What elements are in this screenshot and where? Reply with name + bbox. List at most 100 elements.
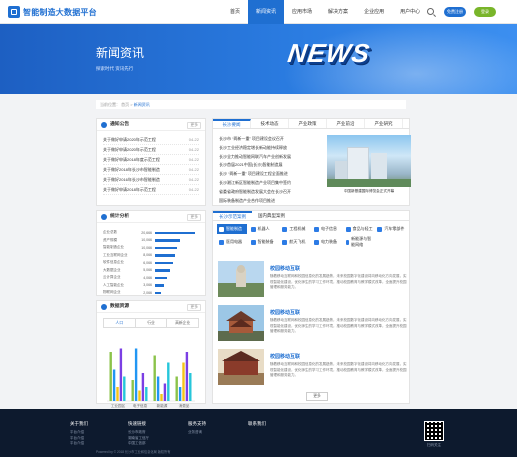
x-tick-label: 消费品 xyxy=(179,403,190,408)
tab-hightech[interactable]: 高新企业 xyxy=(167,319,198,327)
news-item[interactable]: 长沙工业经济稳定增长新动能持续释放 xyxy=(219,144,337,153)
stat-bar xyxy=(155,254,175,257)
category-item[interactable]: 工程机械 xyxy=(280,224,310,234)
stat-value: 4,066 xyxy=(143,275,152,280)
bar xyxy=(163,383,167,401)
stat-value: 20,666 xyxy=(141,230,152,235)
bar xyxy=(134,348,138,401)
footer-support: 服务支持 业务咨询 xyxy=(188,421,206,436)
list-item[interactable]: 关于做好申请2018年示范工程 04-22 xyxy=(103,185,199,195)
resources-more-button[interactable]: 更多 xyxy=(187,304,201,311)
banner-title: 新闻资讯 xyxy=(96,46,145,60)
nav-news[interactable]: 新闻资讯 xyxy=(248,0,285,24)
stats-more-button[interactable]: 更多 xyxy=(187,214,201,221)
stat-bar xyxy=(155,239,180,242)
case-item[interactable]: 校园移动互联 随着移动互联网和校园信息化的发展趋势，未来校园数字化建设将向移动化… xyxy=(218,349,408,385)
notice-card: 通知公告 更多 关于做好申请2020年示范工程 04-22 关于做好申请2020年… xyxy=(96,118,206,206)
case-title: 校园移动互联 xyxy=(270,354,301,360)
nav-solutions[interactable]: 解决方案 xyxy=(320,0,356,24)
tab-frontier[interactable]: 产业前沿 xyxy=(327,119,365,128)
category-item[interactable]: 汽车零部件 xyxy=(375,224,405,234)
news-item[interactable]: 长沙市 “两新一重” 项目建设会议召开 xyxy=(219,135,337,144)
footer-link[interactable]: 业务咨询 xyxy=(188,430,206,436)
list-item[interactable]: 关于做好申请2020年示范工程 04-22 xyxy=(103,135,199,145)
news-item[interactable]: 长沙湘江新区智能制造产业项目集中签约 xyxy=(219,179,337,188)
list-item[interactable]: 关于做好申请2020年示范工程 04-22 xyxy=(103,145,199,155)
category-item[interactable]: 电力装备 xyxy=(312,237,342,247)
tab-policy[interactable]: 产业政策 xyxy=(289,119,327,128)
news-feature-image[interactable] xyxy=(327,135,411,187)
qr-code xyxy=(424,421,444,441)
tab-research[interactable]: 产业研究 xyxy=(365,119,403,128)
stat-bar xyxy=(155,269,171,272)
news-item[interactable]: 国际装备制造产业合作项目推进 xyxy=(219,197,337,206)
banner-subtitle: 探索时代 资讯先行 xyxy=(96,66,134,71)
category-icon xyxy=(219,239,224,245)
category-item[interactable]: 机器人 xyxy=(249,224,279,234)
cases-tabs: 长沙示范案例 国内典型案例 xyxy=(213,211,409,221)
tab-changsha-cases[interactable]: 长沙示范案例 xyxy=(213,211,252,220)
notice-list: 关于做好申请2020年示范工程 04-22 关于做好申请2020年示范工程 04-2… xyxy=(97,131,205,195)
news-item[interactable]: 省委省政府智能制造发展大会在长沙召开 xyxy=(219,188,337,197)
stat-value: 10,066 xyxy=(141,245,152,250)
resources-card: 数据资源 更多 人口 行业 高新企业 工业园区 电子信息 新能源 消费品 xyxy=(96,300,206,408)
stat-row: 软件信息企业 6,066 xyxy=(103,259,199,267)
footer-link[interactable]: 中国工信部 xyxy=(128,441,149,447)
nav-user-center[interactable]: 用户中心 xyxy=(392,0,428,24)
bar xyxy=(160,394,163,401)
notice-header: 通知公告 更多 xyxy=(97,119,205,131)
cases-more-button[interactable]: 更多 xyxy=(306,392,328,401)
category-item[interactable]: 智能制造 xyxy=(217,224,247,234)
category-item[interactable]: 智能装备 xyxy=(249,237,279,247)
category-icon xyxy=(282,239,288,245)
notice-more-button[interactable]: 更多 xyxy=(187,122,201,129)
category-item[interactable]: 医用电器 xyxy=(217,237,247,247)
stat-bar xyxy=(155,284,164,287)
login-button[interactable]: 登录 xyxy=(474,7,496,17)
stat-label: 智能制造企业 xyxy=(103,245,124,250)
case-item[interactable]: 校园移动互联 随着移动互联网和校园信息化的发展趋势，未来校园数字化建设将向移动化… xyxy=(218,261,408,297)
footer-contact: 联系我们 xyxy=(248,421,266,426)
search-icon[interactable] xyxy=(427,8,434,15)
list-item[interactable]: 关于做好2018年长沙市智能制造 04-22 xyxy=(103,165,199,175)
news-item[interactable]: 长沙全力推动智能网联汽车产业创新发展 xyxy=(219,153,337,162)
nav-home[interactable]: 首页 xyxy=(222,0,248,24)
bar xyxy=(109,352,112,401)
case-desc: 随着移动互联网和校园信息化的发展趋势，未来校园数字化建设将向移动化方向发展，实现… xyxy=(270,318,407,333)
banner-news-art: NEWS xyxy=(285,38,373,68)
list-item[interactable]: 关于做好2016年长沙市智能制造 04-22 xyxy=(103,175,199,185)
footer-link[interactable]: 平台介绍 xyxy=(70,441,88,447)
category-item[interactable]: 新能源与智能网络 xyxy=(344,236,374,247)
bar xyxy=(175,376,178,401)
nav-app-market[interactable]: 应用市场 xyxy=(284,0,320,24)
tab-national-cases[interactable]: 国内典型案例 xyxy=(252,211,291,220)
tab-industry[interactable]: 行业 xyxy=(136,319,168,327)
stat-value: 3,066 xyxy=(143,283,152,288)
breadcrumb-home[interactable]: 首页 > xyxy=(121,102,132,107)
news-image-caption[interactable]: 中国新基建国际博览会正式开幕 xyxy=(327,189,411,194)
tab-population[interactable]: 人口 xyxy=(104,319,136,327)
list-item[interactable]: 关于做好申请2018年度示范工程 04-22 xyxy=(103,155,199,165)
tab-changsha-news[interactable]: 长沙要闻 xyxy=(213,119,251,128)
case-item[interactable]: 校园移动互联 随着移动互联网和校园信息化的发展趋势，未来校园数字化建设将向移动化… xyxy=(218,305,408,341)
category-item[interactable]: 食品与轻工 xyxy=(344,224,374,234)
stat-value: 2,066 xyxy=(143,290,152,295)
news-item[interactable]: 长沙首届2021中国(长沙)智能制造展 xyxy=(219,161,337,170)
nav-enterprise[interactable]: 企业应用 xyxy=(356,0,392,24)
category-item[interactable]: 电子信息 xyxy=(312,224,342,234)
category-icon xyxy=(345,226,351,232)
stat-value: 5,066 xyxy=(143,268,152,273)
stats-title: 统计分析 xyxy=(110,214,130,219)
bar xyxy=(178,387,182,401)
news-item[interactable]: 长沙 “两新一重” 项目建设工程全面推进 xyxy=(219,170,337,179)
x-tick-label: 电子信息 xyxy=(133,403,148,408)
site-logo[interactable]: 智能制造大数据平台 xyxy=(8,6,97,18)
category-item[interactable]: 航天飞机 xyxy=(280,237,310,247)
category-grid: 智能制造 机器人 工程机械 电子信息 食品与轻工 汽车零部件医用电器 智能装备 航天飞机 电力装… xyxy=(213,221,409,247)
register-button[interactable]: 免费注册 xyxy=(444,7,466,17)
stat-label: 工业互联网企业 xyxy=(103,252,128,257)
tab-tech-news[interactable]: 技术动态 xyxy=(251,119,289,128)
stats-header: 统计分析 更多 xyxy=(97,211,205,223)
bar xyxy=(145,387,148,401)
footer-quicklinks: 快速链接 长沙市政府 湖南省工信厅 中国工信部 xyxy=(128,421,149,447)
